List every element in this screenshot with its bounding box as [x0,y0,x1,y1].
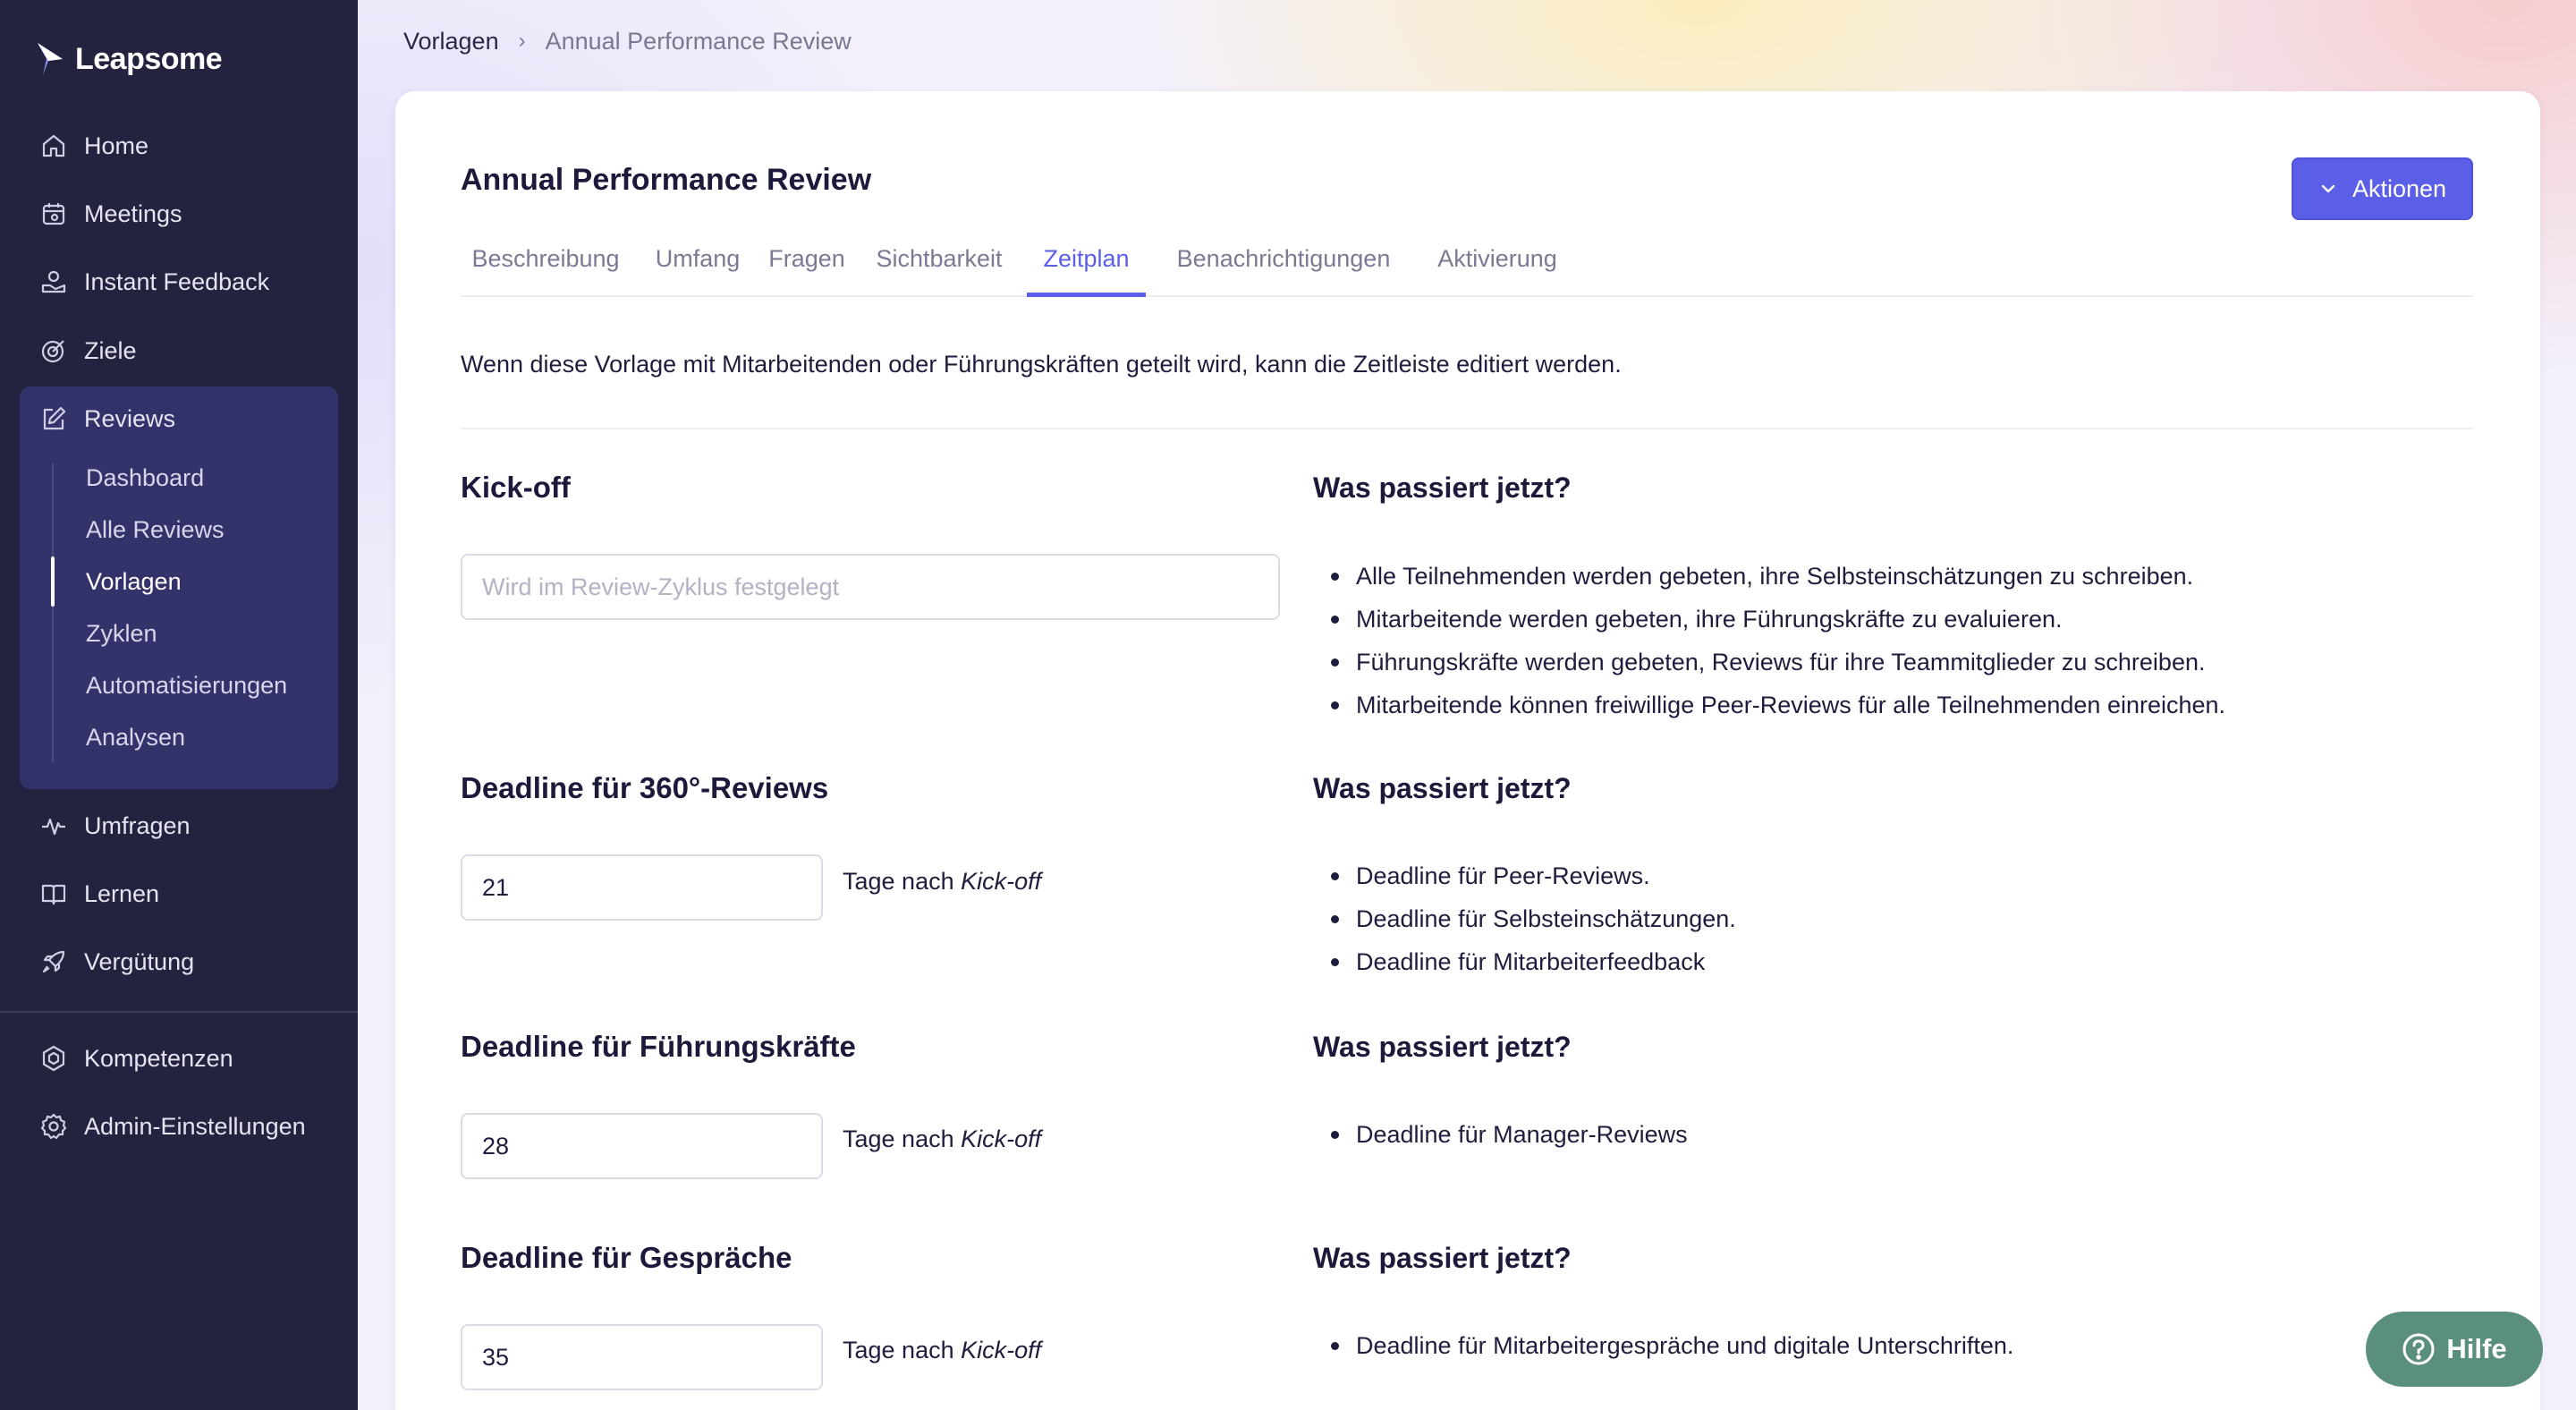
sidebar-item-home[interactable]: Home [39,124,148,167]
tab-benachrichtigungen[interactable]: Benachrichtigungen [1165,231,1402,297]
sidebar-item-admin-einstellungen[interactable]: Admin-Einstellungen [39,1105,306,1148]
sidebar-item-label: Reviews [84,404,176,432]
tab-beschreibung[interactable]: Beschreibung [461,231,631,297]
book-icon [41,884,66,905]
home-icon [42,134,65,157]
list-item: Führungskräfte werden gebeten, Reviews f… [1330,641,2225,684]
sidebar-subitem-dashboard[interactable]: Dashboard [86,458,204,497]
breadcrumb-parent[interactable]: Vorlagen [403,28,499,55]
tab-aktivierung[interactable]: Aktivierung [1417,231,1578,297]
list-item: Deadline für Selbsteinschätzungen. [1331,897,1736,940]
deadline-360-bullets: Deadline für Peer-Reviews. Deadline für … [1331,854,1736,983]
deadline-meetings-days-input[interactable]: 35 [461,1324,823,1390]
deadline-manager-what-happens-title: Was passiert jetzt? [1313,1031,1572,1063]
sidebar-subitem-zyklen[interactable]: Zyklen [86,614,157,653]
sidebar-item-kompetenzen[interactable]: Kompetenzen [39,1037,233,1080]
sidebar-item-label: Admin-Einstellungen [84,1112,306,1140]
deadline-meetings-title: Deadline für Gespräche [461,1241,792,1274]
deadline-360-what-happens-title: Was passiert jetzt? [1313,772,1572,804]
sidebar-subitem-automatisierungen[interactable]: Automatisierungen [86,666,287,705]
sidebar-subitem-vorlagen[interactable]: Vorlagen [86,562,182,601]
help-button[interactable]: Hilfe [2366,1312,2543,1387]
sidebar-item-label: Kompetenzen [84,1044,233,1072]
chevron-down-icon [2321,184,2335,193]
rocket-icon [42,950,65,973]
sidebar-item-label: Umfragen [84,811,191,839]
deadline-manager-bullets: Deadline für Manager-Reviews [1331,1113,1688,1156]
days-after-reference: Kick-off [961,868,1042,895]
tab-zeitplan[interactable]: Zeitplan [1027,231,1146,297]
sidebar: Leapsome Home Meetings Instant Feedback … [0,0,358,1410]
sidebar-item-verguetung[interactable]: Vergütung [39,940,194,983]
list-item: Deadline für Peer-Reviews. [1331,854,1736,897]
question-circle-icon [2402,1333,2435,1365]
sidebar-item-instant-feedback[interactable]: Instant Feedback [39,260,269,303]
days-after-text: Tage nach [843,1125,954,1152]
tab-fragen[interactable]: Fragen [764,231,850,297]
tab-sichtbarkeit[interactable]: Sichtbarkeit [868,231,1011,297]
breadcrumb-current: Annual Performance Review [545,27,852,55]
breadcrumb: Vorlagen › Annual Performance Review [403,25,852,57]
tab-bar: Beschreibung Umfang Fragen Sichtbarkeit … [461,231,2473,297]
submenu-line [52,463,54,762]
days-after-reference: Kick-off [961,1125,1042,1152]
edit-icon [43,406,66,430]
days-after-reference: Kick-off [961,1337,1042,1363]
sidebar-item-label: Ziele [84,336,137,364]
sidebar-item-label: Meetings [84,200,182,227]
deadline-meetings-bullets: Deadline für Mitarbeitergespräche und di… [1330,1324,2013,1367]
days-after-text: Tage nach [843,1337,954,1363]
days-after-text: Tage nach [843,868,954,895]
leapsome-logo-icon [38,43,63,75]
sidebar-item-umfragen[interactable]: Umfragen [39,804,191,847]
sidebar-item-label: Instant Feedback [84,268,270,295]
kickoff-title: Kick-off [461,471,571,504]
help-button-label: Hilfe [2446,1333,2507,1364]
list-item: Deadline für Mitarbeitergespräche und di… [1330,1324,2013,1367]
list-item: Mitarbeitende werden gebeten, ihre Führu… [1330,598,2225,641]
deadline-meetings-days-label: Tage nach Kick-off [843,1337,1041,1364]
logo-text: Leapsome [75,41,223,76]
competency-icon [42,1045,65,1072]
kickoff-date-input[interactable]: Wird im Review-Zyklus festgelegt [461,554,1280,620]
deadline-manager-days-input[interactable]: 28 [461,1113,823,1179]
deadline-manager-title: Deadline für Führungskräfte [461,1030,856,1063]
actions-button[interactable]: Aktionen [2292,157,2473,220]
sidebar-item-label: Home [84,132,149,159]
list-item: Mitarbeitende können freiwillige Peer-Re… [1330,684,2225,726]
sidebar-item-meetings[interactable]: Meetings [39,192,182,235]
deadline-360-days-label: Tage nach Kick-off [843,868,1041,896]
gear-icon [40,1113,67,1140]
sidebar-item-reviews[interactable]: Reviews [39,397,175,440]
sidebar-item-label: Lernen [84,879,160,907]
target-icon [41,340,64,363]
pulse-icon [42,818,65,836]
deadline-manager-days-label: Tage nach Kick-off [843,1125,1041,1153]
sidebar-item-label: Vergütung [84,947,195,975]
deadline-360-title: Deadline für 360°-Reviews [461,771,829,804]
submenu-active-indicator [51,556,55,607]
deadline-360-days-input[interactable]: 21 [461,854,823,921]
kickoff-bullets: Alle Teilnehmenden werden gebeten, ihre … [1330,555,2225,726]
sidebar-subitem-analysen[interactable]: Analysen [86,718,185,757]
actions-button-label: Aktionen [2351,174,2447,202]
section-divider [461,428,2473,429]
list-item: Deadline für Mitarbeiterfeedback [1331,940,1736,983]
intro-text: Wenn diese Vorlage mit Mitarbeitenden od… [461,351,1622,378]
chevron-right-icon: › [518,29,526,53]
list-item: Deadline für Manager-Reviews [1331,1113,1688,1156]
sidebar-subitem-alle-reviews[interactable]: Alle Reviews [86,510,225,549]
sidebar-item-lernen[interactable]: Lernen [39,872,159,915]
sidebar-item-ziele[interactable]: Ziele [39,329,137,372]
feedback-icon [41,270,66,293]
logo[interactable]: Leapsome [36,38,223,81]
tab-umfang[interactable]: Umfang [649,231,746,297]
list-item: Alle Teilnehmenden werden gebeten, ihre … [1330,555,2225,598]
kickoff-what-happens-title: Was passiert jetzt? [1313,471,1572,504]
page-title: Annual Performance Review [461,163,872,197]
deadline-meetings-what-happens-title: Was passiert jetzt? [1313,1242,1572,1274]
calendar-icon [42,203,65,225]
sidebar-divider [0,1011,358,1013]
